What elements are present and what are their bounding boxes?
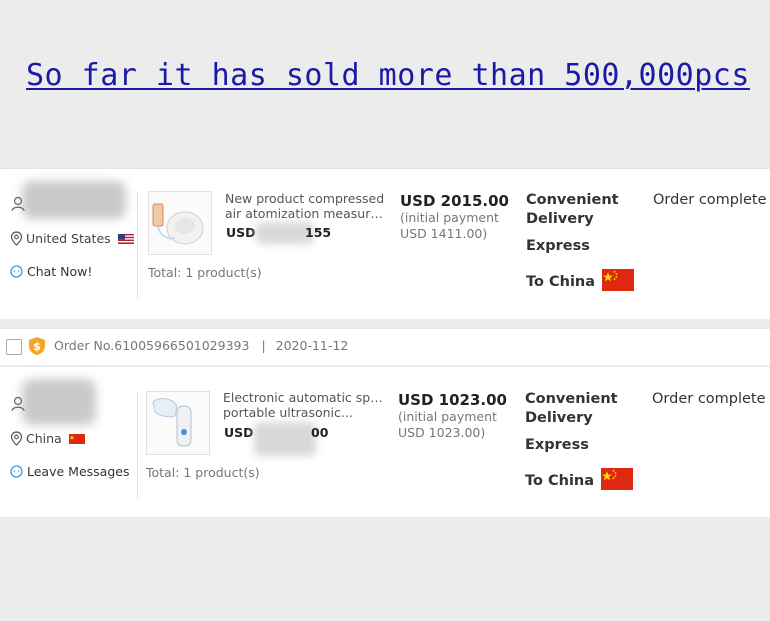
order-total-count: Total: 1 product(s) bbox=[148, 265, 262, 280]
order-price: USD 2015.00 bbox=[400, 192, 509, 210]
order-total-count: Total: 1 product(s) bbox=[146, 465, 260, 480]
shipping-line-2: Delivery bbox=[525, 410, 593, 426]
product-thumbnail[interactable] bbox=[148, 191, 212, 255]
location-pin-icon bbox=[10, 431, 23, 446]
product-name-line-2: air atomization measurin... bbox=[225, 206, 385, 221]
shipping-line-2: Delivery bbox=[526, 211, 594, 227]
order-number: Order No.61005966501029393 bbox=[54, 338, 250, 353]
china-flag-icon bbox=[68, 434, 85, 444]
leave-messages-link[interactable]: Leave Messages bbox=[10, 464, 129, 479]
shipping-line-1: Convenient bbox=[525, 391, 618, 407]
order-price: USD 1023.00 bbox=[398, 391, 507, 409]
column-divider bbox=[137, 391, 138, 499]
shipping-line-3: Express bbox=[525, 437, 589, 453]
product-name[interactable]: New product compressed air atomization m… bbox=[225, 191, 385, 221]
initial-payment-line-1: (initial payment bbox=[398, 409, 497, 424]
initial-payment-line-2: USD 1411.00) bbox=[400, 226, 488, 241]
shipping-method: Convenient Delivery Express To China bbox=[525, 390, 634, 491]
redacted-buyer-name bbox=[22, 379, 96, 425]
unit-price-suffix: 00 bbox=[311, 425, 329, 440]
order-card-1: United States Chat Now! New product comp… bbox=[0, 168, 770, 319]
initial-payment-line-1: (initial payment bbox=[400, 210, 499, 225]
headline-text: So far it has sold more than 500,000pcs bbox=[26, 58, 750, 93]
redacted-buyer-name bbox=[22, 181, 126, 219]
shipping-method: Convenient Delivery Express To China bbox=[526, 191, 635, 292]
destination-label: To China bbox=[526, 274, 596, 290]
user-icon bbox=[11, 396, 25, 412]
product-name-line-2: portable ultrasonic... bbox=[223, 405, 353, 420]
buyer-country: China bbox=[10, 431, 85, 446]
order-date: 2020-11-12 bbox=[275, 338, 349, 353]
shipping-destination: To China bbox=[525, 468, 634, 491]
shipping-destination: To China bbox=[526, 269, 635, 292]
user-icon bbox=[11, 196, 25, 212]
location-pin-icon bbox=[10, 231, 23, 246]
order-status: Order complete bbox=[652, 391, 766, 407]
country-label: United States bbox=[26, 231, 111, 246]
product-name-line-1: Electronic automatic spray bbox=[223, 390, 383, 405]
product-thumbnail[interactable] bbox=[146, 391, 210, 455]
us-flag-icon bbox=[117, 234, 134, 244]
leave-messages-label: Leave Messages bbox=[27, 464, 130, 479]
country-label: China bbox=[26, 431, 62, 446]
nebulizer-image bbox=[149, 192, 211, 254]
shipping-line-1: Convenient bbox=[526, 192, 619, 208]
redacted-unit-price bbox=[254, 422, 316, 456]
unit-price-suffix: 155 bbox=[305, 225, 332, 240]
china-flag-icon bbox=[602, 269, 635, 291]
order-status: Order complete bbox=[653, 192, 767, 208]
product-name[interactable]: Electronic automatic spray portable ultr… bbox=[223, 390, 383, 420]
svg-text:$: $ bbox=[33, 340, 41, 353]
product-name-line-1: New product compressed bbox=[225, 191, 385, 206]
column-divider bbox=[137, 191, 138, 299]
chat-now-label: Chat Now! bbox=[27, 264, 93, 279]
destination-label: To China bbox=[525, 473, 595, 489]
order-card-2: China Leave Messages Electronic automati… bbox=[0, 366, 770, 517]
chat-bubble-icon bbox=[10, 265, 23, 278]
initial-payment-line-2: USD 1023.00) bbox=[398, 425, 486, 440]
order-number-line: Order No.61005966501029393 | 2020-11-12 bbox=[54, 338, 348, 353]
unit-price-prefix: USD bbox=[224, 425, 254, 440]
order-separator: | bbox=[261, 338, 266, 353]
shield-badge-icon: $ bbox=[29, 337, 45, 355]
china-flag-icon bbox=[601, 468, 634, 490]
order-select-checkbox[interactable] bbox=[6, 339, 22, 355]
unit-price-prefix: USD bbox=[226, 225, 256, 240]
buyer-country: United States bbox=[10, 231, 134, 246]
shipping-line-3: Express bbox=[526, 238, 590, 254]
initial-payment-note: (initial payment USD 1023.00) bbox=[398, 409, 497, 441]
order-header-strip: $ Order No.61005966501029393 | 2020-11-1… bbox=[0, 328, 770, 365]
initial-payment-note: (initial payment USD 1411.00) bbox=[400, 210, 499, 242]
chat-bubble-icon bbox=[10, 465, 23, 478]
nebulizer-image bbox=[147, 392, 209, 454]
chat-now-link[interactable]: Chat Now! bbox=[10, 264, 92, 279]
